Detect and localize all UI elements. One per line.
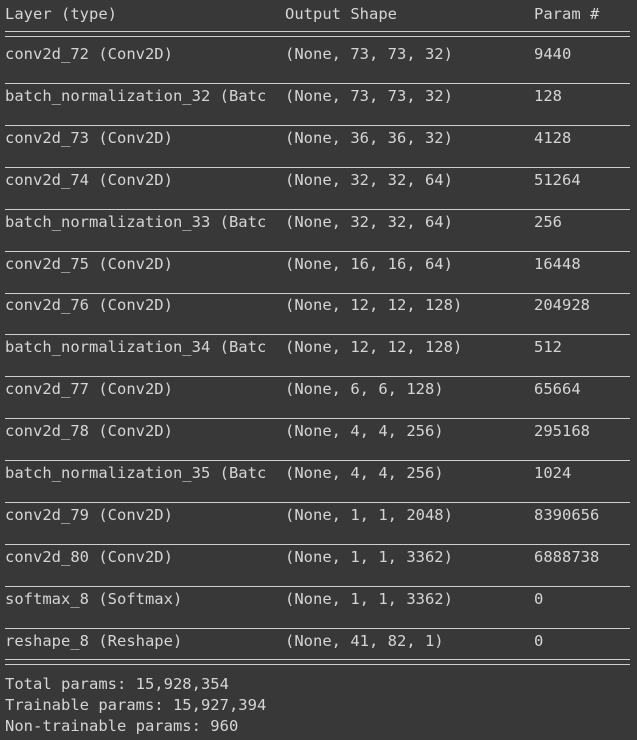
param-count: 9440 <box>534 45 572 63</box>
layer-name: batch_normalization_33 (Batc <box>5 213 267 231</box>
header-output-shape: Output Shape <box>285 5 397 23</box>
output-shape: (None, 32, 32, 64) <box>285 171 453 189</box>
layer-name: conv2d_78 (Conv2D) <box>5 422 173 440</box>
table-row: conv2d_80 (Conv2D) (None, 1, 1, 3362) 6888… <box>0 543 637 583</box>
table-row: conv2d_75 (Conv2D) (None, 16, 16, 64) 1644… <box>0 250 637 290</box>
output-shape: (None, 73, 73, 32) <box>285 87 453 105</box>
layer-name: batch_normalization_35 (Batc <box>5 464 267 482</box>
table-row: conv2d_78 (Conv2D) (None, 4, 4, 256) 29516… <box>0 417 637 457</box>
table-row: batch_normalization_32 (Batc (None, 73, 7… <box>0 82 637 122</box>
layer-name: conv2d_75 (Conv2D) <box>5 255 173 273</box>
non-trainable-params: Non-trainable params: 960 <box>5 717 239 735</box>
param-count: 0 <box>534 632 544 650</box>
table-row: conv2d_76 (Conv2D) (None, 12, 12, 128) 204… <box>0 291 637 331</box>
param-count: 204928 <box>534 296 590 314</box>
layer-name: conv2d_77 (Conv2D) <box>5 380 173 398</box>
output-shape: (None, 32, 32, 64) <box>285 213 453 231</box>
layer-name: conv2d_80 (Conv2D) <box>5 548 173 566</box>
param-count: 1024 <box>534 464 572 482</box>
header-double-rule <box>5 31 630 37</box>
table-row: conv2d_72 (Conv2D) (None, 73, 73, 32) 9440 <box>0 40 637 80</box>
param-count: 256 <box>534 213 562 231</box>
table-header: Layer (type) Output Shape Param # <box>0 0 637 28</box>
layer-name: conv2d_74 (Conv2D) <box>5 171 173 189</box>
layer-name: softmax_8 (Softmax) <box>5 590 183 608</box>
param-count: 0 <box>534 590 544 608</box>
table-row: conv2d_77 (Conv2D) (None, 6, 6, 128) 65664 <box>0 375 637 415</box>
param-count: 128 <box>534 87 562 105</box>
total-params: Total params: 15,928,354 <box>5 675 229 693</box>
header-layer-type: Layer (type) <box>5 5 117 23</box>
output-shape: (None, 73, 73, 32) <box>285 45 453 63</box>
output-shape: (None, 12, 12, 128) <box>285 338 463 356</box>
table-row: conv2d_74 (Conv2D) (None, 32, 32, 64) 5126… <box>0 166 637 206</box>
param-count: 512 <box>534 338 562 356</box>
output-shape: (None, 36, 36, 32) <box>285 129 453 147</box>
output-shape: (None, 6, 6, 128) <box>285 380 444 398</box>
table-row: conv2d_73 (Conv2D) (None, 36, 36, 32) 4128 <box>0 124 637 164</box>
trainable-params: Trainable params: 15,927,394 <box>5 696 267 714</box>
table-row: conv2d_79 (Conv2D) (None, 1, 1, 2048) 8390… <box>0 501 637 541</box>
param-count: 16448 <box>534 255 581 273</box>
output-shape: (None, 1, 1, 2048) <box>285 506 453 524</box>
param-count: 295168 <box>534 422 590 440</box>
layer-name: conv2d_79 (Conv2D) <box>5 506 173 524</box>
header-param-count: Param # <box>534 5 600 23</box>
output-shape: (None, 4, 4, 256) <box>285 422 444 440</box>
output-shape: (None, 1, 1, 3362) <box>285 548 453 566</box>
table-row: batch_normalization_33 (Batc (None, 32, 3… <box>0 208 637 248</box>
layer-name: conv2d_73 (Conv2D) <box>5 129 173 147</box>
table-row: softmax_8 (Softmax) (None, 1, 1, 3362) 0 <box>0 585 637 625</box>
layer-name: conv2d_76 (Conv2D) <box>5 296 173 314</box>
layer-name: reshape_8 (Reshape) <box>5 632 183 650</box>
param-count: 51264 <box>534 171 581 189</box>
output-shape: (None, 12, 12, 128) <box>285 296 463 314</box>
param-count: 8390656 <box>534 506 600 524</box>
output-shape: (None, 1, 1, 3362) <box>285 590 453 608</box>
param-count: 6888738 <box>534 548 600 566</box>
model-summary-output: Layer (type) Output Shape Param # conv2d… <box>0 0 637 740</box>
output-shape: (None, 41, 82, 1) <box>285 632 444 650</box>
table-row: batch_normalization_35 (Batc (None, 4, 4,… <box>0 459 637 499</box>
output-shape: (None, 16, 16, 64) <box>285 255 453 273</box>
layer-name: batch_normalization_34 (Batc <box>5 338 267 356</box>
footer-double-rule <box>5 659 630 665</box>
layer-name: batch_normalization_32 (Batc <box>5 87 267 105</box>
output-shape: (None, 4, 4, 256) <box>285 464 444 482</box>
table-row: batch_normalization_34 (Batc (None, 12, 1… <box>0 333 637 373</box>
param-count: 4128 <box>534 129 572 147</box>
param-count: 65664 <box>534 380 581 398</box>
layer-name: conv2d_72 (Conv2D) <box>5 45 173 63</box>
